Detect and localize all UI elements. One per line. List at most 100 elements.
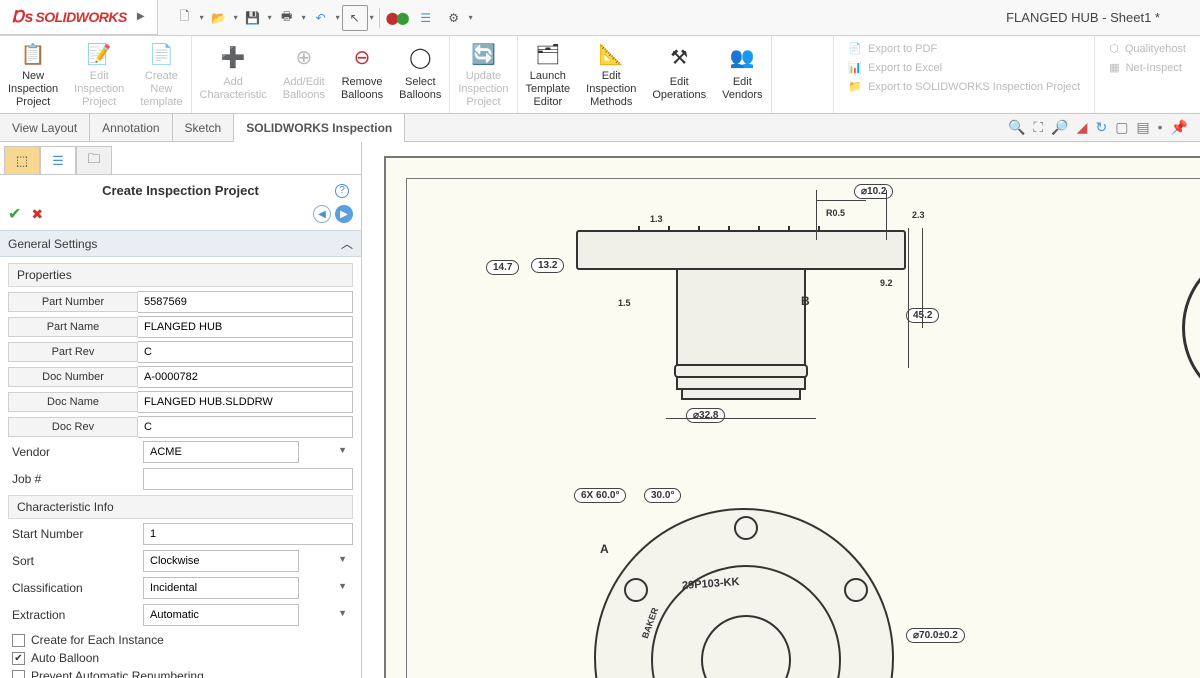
more-icon[interactable]: • [1158,119,1163,136]
prev-button[interactable]: ◀ [313,205,331,223]
section-icon[interactable]: ◢ [1077,119,1088,136]
rebuild-icon[interactable]: ⬤⬤ [385,5,411,31]
pin-icon[interactable]: 📌 [1171,119,1188,136]
undo-icon[interactable]: ↶ [308,5,334,31]
dimension: ⌀10.2 [854,184,893,199]
bolt-hole [734,516,758,540]
part-rev-label: Part Rev [8,342,138,362]
start-number-input[interactable] [143,523,353,545]
hub-inner [651,565,841,678]
doc-name-label: Doc Name [8,392,138,412]
magnify-icon[interactable]: 🔎 [1051,119,1068,136]
doc-rev-input[interactable] [138,416,353,438]
part-front-view [594,508,894,678]
doc-name-input[interactable] [138,391,353,413]
panel-tab-config[interactable]: 🗀 [76,146,112,174]
rotate-icon[interactable]: ↻ [1095,119,1107,136]
checkbox-unchecked-icon [12,634,25,647]
dimension: 30.0° [644,488,681,503]
part-rev-input[interactable] [138,341,353,363]
zoom-area-icon[interactable]: ⛶ [1033,119,1043,136]
section-b: B [801,294,810,308]
checkbox-checked-icon: ✔ [12,652,25,665]
prevent-renumber-checkbox-row[interactable]: Prevent Automatic Renumbering [8,667,353,678]
sw-icon: 📁 [848,80,862,93]
help-icon[interactable]: ? [335,184,349,198]
select-icon[interactable]: ↖ [342,5,368,31]
tab-sketch[interactable]: Sketch [173,114,235,142]
doc-number-label: Doc Number [8,367,138,387]
sort-select[interactable] [143,550,299,572]
launch-template-editor-button[interactable]: 🗂Launch Template Editor [518,38,579,111]
doc-number-input[interactable] [138,366,353,388]
general-settings-header[interactable]: General Settings︿ [0,230,361,257]
ribbon: 📋New Inspection Project 📝Edit Inspection… [0,36,1200,114]
options-list-icon[interactable]: ☰ [413,5,439,31]
tab-annotation[interactable]: Annotation [90,114,172,142]
select-balloons-button[interactable]: ◯Select Balloons [391,38,449,111]
panel-tab-feature[interactable]: ⬚ [4,146,40,174]
panel-tab-property[interactable]: ☰ [40,146,76,174]
edit-vendors-button[interactable]: 👥Edit Vendors [714,38,770,111]
export-pdf-button: 📄Export to PDF [848,42,1080,55]
classification-label: Classification [8,579,143,597]
cancel-button[interactable]: ✖ [31,206,43,223]
drawing-canvas[interactable]: 14.7 13.2 1.3 1.5 R0.5 ⌀10.2 2.3 9.2 45.… [362,142,1200,678]
vendor-select[interactable] [143,441,299,463]
section-a: A [600,542,609,556]
view-palette-icon[interactable]: ▤ [1136,119,1149,136]
export-sw-button: 📁Export to SOLIDWORKS Inspection Project [848,80,1080,93]
dimension: 1.5 [618,298,631,308]
dimension: 1.3 [650,214,663,224]
settings-gear-icon[interactable]: ⚙ [441,5,467,31]
save-icon[interactable]: 💾 [240,5,266,31]
hub-center [701,615,791,678]
panel-header: Create Inspection Project ? [0,175,361,202]
template-editor-icon: 🗂 [532,42,564,68]
part-stem-base [681,390,801,400]
open-file-icon[interactable]: 📂 [206,5,232,31]
new-file-icon[interactable]: 🗋 [172,5,198,31]
create-each-checkbox-row[interactable]: Create for Each Instance [8,631,353,649]
methods-icon: 📐 [595,42,627,68]
checkbox-unchecked-icon [12,670,25,678]
balloon-select-icon: ◯ [404,42,436,74]
export-excel-button: 📊Export to Excel [848,61,1080,74]
new-inspection-project-button[interactable]: 📋New Inspection Project [0,38,66,111]
title-bar: Ɒs SOLIDWORKS ▶ 🗋▾ 📂▾ 💾▾ 🖶▾ ↶▾ ↖▾ ⬤⬤ ☰ ⚙… [0,0,1200,36]
dimension: 13.2 [531,258,564,273]
part-name-input[interactable] [138,316,353,338]
start-number-label: Start Number [8,525,143,543]
update-inspection-button: 🔄Update Inspection Project [450,38,516,111]
update-icon: 🔄 [467,42,499,68]
remove-balloons-button[interactable]: ⊖Remove Balloons [333,38,391,111]
zoom-fit-icon[interactable]: 🔍 [1008,119,1025,136]
chevron-down-icon: ▼ [338,581,347,591]
classification-select[interactable] [143,577,299,599]
job-input[interactable] [143,468,353,490]
tab-solidworks-inspection[interactable]: SOLIDWORKS Inspection [234,114,405,142]
app-logo[interactable]: Ɒs SOLIDWORKS ▶ [0,0,158,36]
edit-operations-button[interactable]: ⚒Edit Operations [644,38,714,111]
create-template-button: 📄Create New template [132,38,190,111]
dimension: 9.2 [880,278,893,288]
logo-arrow-icon[interactable]: ▶ [137,11,145,22]
edit-project-icon: 📝 [83,42,115,68]
part-number-label: Part Number [8,292,138,312]
document-title: FLANGED HUB - Sheet1 * [1006,10,1200,25]
edit-inspection-methods-button[interactable]: 📐Edit Inspection Methods [578,38,644,111]
properties-header: Properties [8,263,353,287]
part-number-input[interactable] [138,291,353,313]
display-icon[interactable]: ▢ [1115,119,1128,136]
view-toolbar: 🔍 ⛶ 🔎 ◢ ↻ ▢ ▤ • 📌 [1008,119,1200,136]
tab-view-layout[interactable]: View Layout [0,114,90,142]
print-icon[interactable]: 🖶 [274,5,300,31]
extraction-select[interactable] [143,604,299,626]
logo-ds-icon: Ɒs [12,7,33,27]
ok-button[interactable]: ✔ [8,204,21,224]
job-label: Job # [8,470,143,488]
command-tabs: View Layout Annotation Sketch SOLIDWORKS… [0,114,1200,142]
auto-balloon-checkbox-row[interactable]: ✔Auto Balloon [8,649,353,667]
dimension: 2.3 [912,210,925,220]
next-button[interactable]: ▶ [335,205,353,223]
